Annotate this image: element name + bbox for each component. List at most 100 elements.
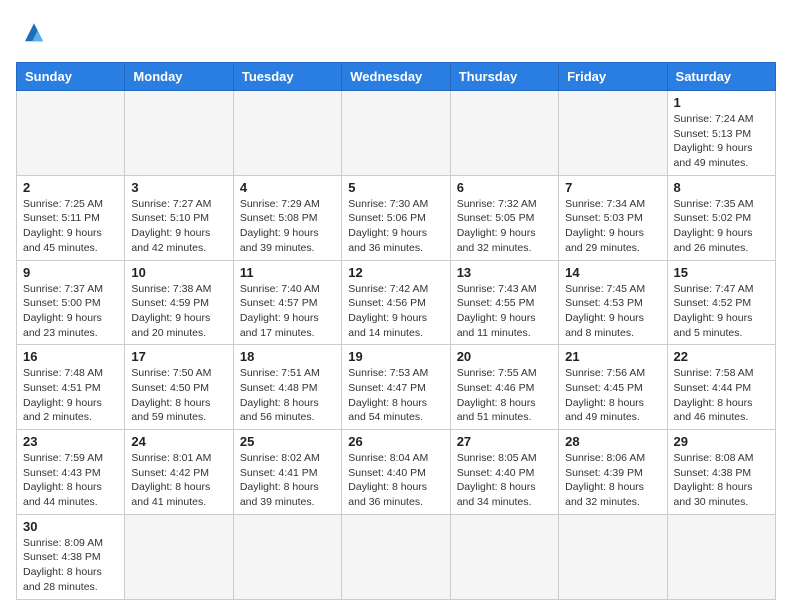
day-info: Sunrise: 7:29 AM Sunset: 5:08 PM Dayligh… bbox=[240, 197, 335, 256]
calendar-cell: 21 Sunrise: 7:56 AM Sunset: 4:45 PM Dayli… bbox=[559, 345, 667, 430]
weekday-header-monday: Monday bbox=[125, 63, 233, 91]
day-number: 24 bbox=[131, 434, 226, 449]
calendar-cell bbox=[667, 514, 775, 599]
day-number: 5 bbox=[348, 180, 443, 195]
calendar-cell bbox=[450, 91, 558, 176]
day-number: 29 bbox=[674, 434, 769, 449]
day-number: 23 bbox=[23, 434, 118, 449]
calendar-cell bbox=[125, 514, 233, 599]
calendar-cell: 7 Sunrise: 7:34 AM Sunset: 5:03 PM Daylig… bbox=[559, 175, 667, 260]
calendar-cell: 12 Sunrise: 7:42 AM Sunset: 4:56 PM Dayli… bbox=[342, 260, 450, 345]
calendar-cell: 10Sunrise: 7:38 AM Sunset: 4:59 PM Dayli… bbox=[125, 260, 233, 345]
day-info: Sunrise: 8:02 AM Sunset: 4:41 PM Dayligh… bbox=[240, 451, 335, 510]
day-number: 18 bbox=[240, 349, 335, 364]
calendar-cell bbox=[450, 514, 558, 599]
calendar-cell: 1Sunrise: 7:24 AM Sunset: 5:13 PM Daylig… bbox=[667, 91, 775, 176]
day-info: Sunrise: 7:32 AM Sunset: 5:05 PM Dayligh… bbox=[457, 197, 552, 256]
day-number: 3 bbox=[131, 180, 226, 195]
calendar-cell bbox=[233, 91, 341, 176]
day-info: Sunrise: 7:35 AM Sunset: 5:02 PM Dayligh… bbox=[674, 197, 769, 256]
calendar-cell: 14 Sunrise: 7:45 AM Sunset: 4:53 PM Dayli… bbox=[559, 260, 667, 345]
day-number: 17 bbox=[131, 349, 226, 364]
day-info: Sunrise: 7:58 AM Sunset: 4:44 PM Dayligh… bbox=[674, 366, 769, 425]
calendar-cell: 17 Sunrise: 7:50 AM Sunset: 4:50 PM Dayli… bbox=[125, 345, 233, 430]
calendar-cell: 24 Sunrise: 8:01 AM Sunset: 4:42 PM Dayli… bbox=[125, 430, 233, 515]
day-number: 9 bbox=[23, 265, 118, 280]
weekday-header-thursday: Thursday bbox=[450, 63, 558, 91]
calendar-cell: 5 Sunrise: 7:30 AM Sunset: 5:06 PM Daylig… bbox=[342, 175, 450, 260]
day-info: Sunrise: 7:53 AM Sunset: 4:47 PM Dayligh… bbox=[348, 366, 443, 425]
day-number: 19 bbox=[348, 349, 443, 364]
calendar-cell: 6 Sunrise: 7:32 AM Sunset: 5:05 PM Daylig… bbox=[450, 175, 558, 260]
day-info: Sunrise: 7:30 AM Sunset: 5:06 PM Dayligh… bbox=[348, 197, 443, 256]
day-number: 14 bbox=[565, 265, 660, 280]
calendar-cell: 25Sunrise: 8:02 AM Sunset: 4:41 PM Dayli… bbox=[233, 430, 341, 515]
day-info: Sunrise: 7:48 AM Sunset: 4:51 PM Dayligh… bbox=[23, 366, 118, 425]
day-info: Sunrise: 8:06 AM Sunset: 4:39 PM Dayligh… bbox=[565, 451, 660, 510]
day-number: 16 bbox=[23, 349, 118, 364]
calendar-cell bbox=[342, 514, 450, 599]
calendar-cell: 13 Sunrise: 7:43 AM Sunset: 4:55 PM Dayli… bbox=[450, 260, 558, 345]
day-number: 13 bbox=[457, 265, 552, 280]
day-number: 7 bbox=[565, 180, 660, 195]
day-info: Sunrise: 7:34 AM Sunset: 5:03 PM Dayligh… bbox=[565, 197, 660, 256]
day-info: Sunrise: 7:45 AM Sunset: 4:53 PM Dayligh… bbox=[565, 282, 660, 341]
calendar-week-6: 30Sunrise: 8:09 AM Sunset: 4:38 PM Dayli… bbox=[17, 514, 776, 599]
day-info: Sunrise: 7:47 AM Sunset: 4:52 PM Dayligh… bbox=[674, 282, 769, 341]
day-number: 21 bbox=[565, 349, 660, 364]
day-info: Sunrise: 8:08 AM Sunset: 4:38 PM Dayligh… bbox=[674, 451, 769, 510]
day-info: Sunrise: 7:50 AM Sunset: 4:50 PM Dayligh… bbox=[131, 366, 226, 425]
day-info: Sunrise: 8:04 AM Sunset: 4:40 PM Dayligh… bbox=[348, 451, 443, 510]
day-info: Sunrise: 7:51 AM Sunset: 4:48 PM Dayligh… bbox=[240, 366, 335, 425]
calendar-week-4: 16 Sunrise: 7:48 AM Sunset: 4:51 PM Dayli… bbox=[17, 345, 776, 430]
day-number: 20 bbox=[457, 349, 552, 364]
logo-icon bbox=[16, 16, 52, 52]
calendar-cell: 15Sunrise: 7:47 AM Sunset: 4:52 PM Dayli… bbox=[667, 260, 775, 345]
calendar-cell: 27Sunrise: 8:05 AM Sunset: 4:40 PM Dayli… bbox=[450, 430, 558, 515]
calendar-cell: 11Sunrise: 7:40 AM Sunset: 4:57 PM Dayli… bbox=[233, 260, 341, 345]
day-info: Sunrise: 8:09 AM Sunset: 4:38 PM Dayligh… bbox=[23, 536, 118, 595]
day-number: 28 bbox=[565, 434, 660, 449]
weekday-header-sunday: Sunday bbox=[17, 63, 125, 91]
calendar-cell: 2 Sunrise: 7:25 AM Sunset: 5:11 PM Daylig… bbox=[17, 175, 125, 260]
day-info: Sunrise: 7:24 AM Sunset: 5:13 PM Dayligh… bbox=[674, 112, 769, 171]
weekday-header-tuesday: Tuesday bbox=[233, 63, 341, 91]
calendar-cell: 22 Sunrise: 7:58 AM Sunset: 4:44 PM Dayli… bbox=[667, 345, 775, 430]
day-info: Sunrise: 7:56 AM Sunset: 4:45 PM Dayligh… bbox=[565, 366, 660, 425]
calendar-cell bbox=[17, 91, 125, 176]
day-info: Sunrise: 7:25 AM Sunset: 5:11 PM Dayligh… bbox=[23, 197, 118, 256]
day-info: Sunrise: 8:01 AM Sunset: 4:42 PM Dayligh… bbox=[131, 451, 226, 510]
day-number: 27 bbox=[457, 434, 552, 449]
calendar-week-3: 9 Sunrise: 7:37 AM Sunset: 5:00 PM Daylig… bbox=[17, 260, 776, 345]
day-info: Sunrise: 7:55 AM Sunset: 4:46 PM Dayligh… bbox=[457, 366, 552, 425]
weekday-header-saturday: Saturday bbox=[667, 63, 775, 91]
day-number: 12 bbox=[348, 265, 443, 280]
calendar-cell: 23Sunrise: 7:59 AM Sunset: 4:43 PM Dayli… bbox=[17, 430, 125, 515]
logo bbox=[16, 16, 58, 52]
day-number: 22 bbox=[674, 349, 769, 364]
day-info: Sunrise: 7:43 AM Sunset: 4:55 PM Dayligh… bbox=[457, 282, 552, 341]
day-info: Sunrise: 7:42 AM Sunset: 4:56 PM Dayligh… bbox=[348, 282, 443, 341]
day-info: Sunrise: 7:37 AM Sunset: 5:00 PM Dayligh… bbox=[23, 282, 118, 341]
calendar-week-5: 23Sunrise: 7:59 AM Sunset: 4:43 PM Dayli… bbox=[17, 430, 776, 515]
weekday-header-row: SundayMondayTuesdayWednesdayThursdayFrid… bbox=[17, 63, 776, 91]
calendar-cell: 19 Sunrise: 7:53 AM Sunset: 4:47 PM Dayli… bbox=[342, 345, 450, 430]
day-number: 6 bbox=[457, 180, 552, 195]
calendar-cell bbox=[559, 91, 667, 176]
calendar-cell bbox=[125, 91, 233, 176]
calendar-cell: 20 Sunrise: 7:55 AM Sunset: 4:46 PM Dayli… bbox=[450, 345, 558, 430]
day-number: 4 bbox=[240, 180, 335, 195]
day-info: Sunrise: 7:27 AM Sunset: 5:10 PM Dayligh… bbox=[131, 197, 226, 256]
day-number: 11 bbox=[240, 265, 335, 280]
calendar-cell bbox=[233, 514, 341, 599]
calendar-week-2: 2 Sunrise: 7:25 AM Sunset: 5:11 PM Daylig… bbox=[17, 175, 776, 260]
calendar-cell: 28 Sunrise: 8:06 AM Sunset: 4:39 PM Dayli… bbox=[559, 430, 667, 515]
day-info: Sunrise: 7:38 AM Sunset: 4:59 PM Dayligh… bbox=[131, 282, 226, 341]
calendar-cell: 26Sunrise: 8:04 AM Sunset: 4:40 PM Dayli… bbox=[342, 430, 450, 515]
day-number: 2 bbox=[23, 180, 118, 195]
calendar-cell bbox=[559, 514, 667, 599]
calendar-cell: 9 Sunrise: 7:37 AM Sunset: 5:00 PM Daylig… bbox=[17, 260, 125, 345]
calendar-cell: 8Sunrise: 7:35 AM Sunset: 5:02 PM Daylig… bbox=[667, 175, 775, 260]
calendar-cell: 18 Sunrise: 7:51 AM Sunset: 4:48 PM Dayli… bbox=[233, 345, 341, 430]
calendar-cell: 3 Sunrise: 7:27 AM Sunset: 5:10 PM Daylig… bbox=[125, 175, 233, 260]
